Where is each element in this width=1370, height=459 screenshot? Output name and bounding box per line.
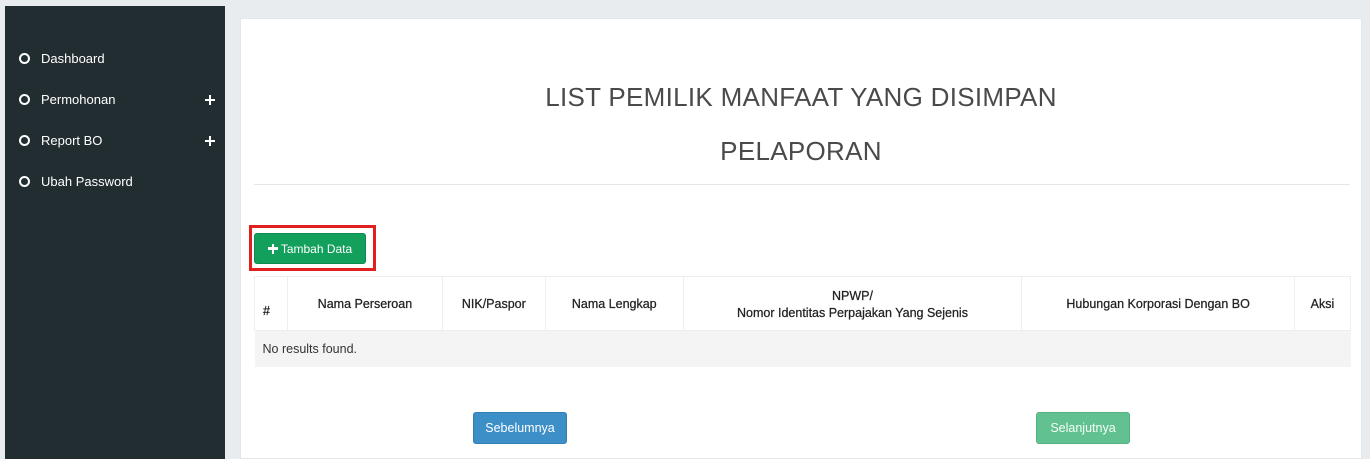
- column-header-aksi: Aksi: [1293, 276, 1352, 331]
- circle-icon: [19, 135, 30, 146]
- empty-message: No results found.: [254, 330, 1351, 367]
- table-header-row: # Nama Perseroan NIK/Paspor Nama Lengkap…: [254, 276, 1352, 331]
- divider: [254, 184, 1350, 185]
- column-header-nama-perseroan[interactable]: Nama Perseroan: [286, 276, 443, 331]
- page-title: LIST PEMILIK MANFAAT YANG DISIMPAN: [545, 82, 1057, 112]
- add-data-button[interactable]: Tambah Data: [254, 233, 366, 264]
- column-header-npwp[interactable]: NPWP/ Nomor Identitas Perpajakan Yang Se…: [682, 276, 1023, 331]
- circle-icon: [19, 94, 30, 105]
- sidebar-item-label: Report BO: [41, 133, 103, 148]
- sidebar-item-ubah-password[interactable]: Ubah Password: [5, 161, 225, 202]
- column-header-nama-lengkap[interactable]: Nama Lengkap: [544, 276, 684, 331]
- previous-button[interactable]: Sebelumnya: [473, 412, 567, 444]
- plus-icon: [267, 243, 278, 254]
- sidebar-item-permohonan[interactable]: Permohonan: [5, 79, 225, 120]
- table-row: No results found.: [254, 330, 1351, 367]
- plus-icon[interactable]: [205, 135, 215, 146]
- add-data-label: Tambah Data: [280, 241, 353, 256]
- sidebar-item-dashboard[interactable]: Dashboard: [5, 38, 225, 79]
- sidebar-item-label: Dashboard: [41, 51, 105, 66]
- column-header-num[interactable]: #: [254, 276, 288, 331]
- sidebar-item-label: Ubah Password: [41, 174, 133, 189]
- page-subtitle: PELAPORAN: [720, 136, 882, 166]
- column-header-hubungan[interactable]: Hubungan Korporasi Dengan BO: [1021, 276, 1295, 331]
- npwp-header-line2: Nomor Identitas Perpajakan Yang Sejenis: [737, 305, 968, 320]
- main-panel: LIST PEMILIK MANFAAT YANG DISIMPAN PELAP…: [240, 18, 1362, 459]
- npwp-header-line1: NPWP/: [831, 288, 873, 303]
- sidebar-item-label: Permohonan: [41, 92, 116, 107]
- column-header-nik-paspor[interactable]: NIK/Paspor: [441, 276, 546, 331]
- next-button[interactable]: Selanjutnya: [1036, 412, 1130, 444]
- npwp-header-text: NPWP/ Nomor Identitas Perpajakan Yang Se…: [692, 288, 1014, 322]
- data-table: # Nama Perseroan NIK/Paspor Nama Lengkap…: [254, 276, 1352, 367]
- circle-icon: [19, 53, 30, 64]
- circle-icon: [19, 176, 30, 187]
- plus-icon[interactable]: [205, 94, 215, 105]
- sidebar-item-report-bo[interactable]: Report BO: [5, 120, 225, 161]
- sidebar: Dashboard Permohonan Report BO Ubah Pass…: [5, 6, 225, 459]
